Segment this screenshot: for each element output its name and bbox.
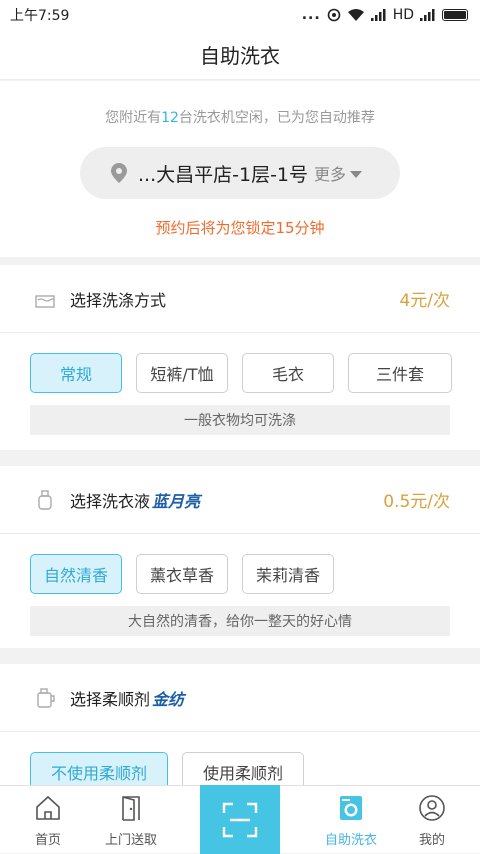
tab-pickup-label: 上门送取 [104, 833, 157, 848]
store-selector[interactable]: ...大昌平店-1层-1号 更多 [80, 147, 400, 199]
detergent-options: 自然清香 薰衣草香 茉莉清香 [0, 534, 480, 594]
detergent-option-natural[interactable]: 自然清香 [30, 554, 122, 594]
detergent-brand-logo: 蓝月亮 [152, 491, 201, 511]
detergent-option-jasmine[interactable]: 茉莉清香 [242, 554, 334, 594]
wash-mode-title: 选择洗涤方式 [70, 290, 167, 310]
detergent-description: 大自然的清香，给你一整天的好心情 [30, 606, 450, 636]
bottom-tab-bar: 首页 上门送取 自助洗衣 我的 [0, 785, 480, 854]
wash-option-sweater[interactable]: 毛衣 [242, 353, 334, 393]
wash-mode-section: 选择洗涤方式 4元/次 常规 短裤/T恤 毛衣 三件套 一般衣物均可洗涤 [0, 265, 480, 450]
wash-option-three-piece[interactable]: 三件套 [348, 353, 452, 393]
softener-section: 选择柔顺剂 金纺 不使用柔顺剂 使用柔顺剂 [0, 664, 480, 792]
tab-mine[interactable]: 我的 [406, 786, 458, 854]
detergent-bottle-icon [38, 489, 52, 510]
data-sync-icon [327, 8, 340, 22]
scan-icon [222, 802, 258, 837]
detergent-header: 选择洗衣液 蓝月亮 0.5元/次 [0, 466, 480, 534]
tab-pickup[interactable]: 上门送取 [96, 786, 166, 854]
detergent-price: 0.5元/次 [383, 492, 450, 512]
nearby-count: 12 [161, 110, 179, 126]
tab-home[interactable]: 首页 [22, 786, 74, 854]
chevron-down-icon [350, 170, 363, 178]
status-time: 上午7:59 [10, 8, 70, 24]
door-icon [122, 796, 140, 821]
store-recommendation-card: 您附近有12台洗衣机空闲，已为您自动推荐 ...大昌平店-1层-1号 更多 预约… [0, 81, 480, 257]
nearby-info: 您附近有12台洗衣机空闲，已为您自动推荐 [105, 110, 375, 126]
home-icon [36, 795, 60, 820]
softener-brand-logo: 金纺 [152, 689, 185, 709]
wash-option-regular[interactable]: 常规 [30, 353, 122, 393]
scan-button[interactable] [200, 785, 280, 854]
signal-icon-2 [420, 9, 435, 21]
nav-bar: 自助洗衣 [0, 30, 480, 80]
location-pin-icon [111, 163, 127, 183]
tab-self-wash[interactable]: 自助洗衣 [316, 786, 386, 854]
wash-mode-price: 4元/次 [399, 291, 450, 311]
wash-mode-description: 一般衣物均可洗涤 [30, 405, 450, 435]
wash-mode-header: 选择洗涤方式 4元/次 [0, 265, 480, 333]
softener-title: 选择柔顺剂 [70, 689, 151, 709]
wash-mode-options: 常规 短裤/T恤 毛衣 三件套 [0, 333, 480, 393]
tab-self-wash-label: 自助洗衣 [324, 833, 377, 848]
detergent-section: 选择洗衣液 蓝月亮 0.5元/次 自然清香 薰衣草香 茉莉清香 大自然的清香，给… [0, 466, 480, 648]
tab-mine-label: 我的 [418, 833, 445, 848]
softener-bottle-icon [37, 687, 55, 708]
more-dots-icon: ... [301, 7, 321, 23]
signal-icon [370, 9, 386, 21]
wash-option-shorts-tshirt[interactable]: 短裤/T恤 [136, 353, 228, 393]
lock-notice: 预约后将为您锁定15分钟 [155, 219, 325, 237]
battery-icon [442, 9, 468, 21]
user-profile-icon [419, 795, 445, 821]
detergent-option-lavender[interactable]: 薰衣草香 [136, 554, 228, 594]
status-bar: 上午7:59 ... HD [0, 0, 480, 30]
network-type: HD [392, 7, 414, 23]
detergent-title: 选择洗衣液 [70, 491, 151, 511]
tab-home-label: 首页 [34, 833, 61, 848]
page-title: 自助洗衣 [200, 44, 280, 68]
softener-header: 选择柔顺剂 金纺 [0, 664, 480, 732]
wifi-icon [347, 9, 364, 21]
softener-options: 不使用柔顺剂 使用柔顺剂 [0, 732, 480, 792]
store-name: ...大昌平店-1层-1号 [138, 163, 309, 186]
water-basin-icon [35, 294, 55, 308]
washing-machine-icon [340, 796, 362, 820]
more-stores-label[interactable]: 更多 [314, 161, 346, 185]
